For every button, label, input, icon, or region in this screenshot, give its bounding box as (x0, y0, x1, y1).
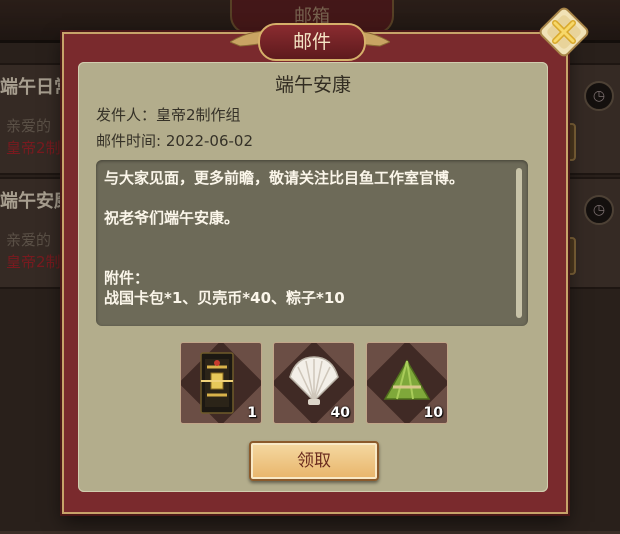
mail-subject: 端午安康 (274, 74, 351, 96)
attachment-slot[interactable]: 10 (366, 342, 448, 424)
attachment-count: 10 (423, 405, 443, 421)
claim-button[interactable]: 领取 (249, 441, 379, 481)
attachment-slot[interactable]: 1 (180, 342, 262, 424)
attachment-count: 40 (330, 405, 350, 421)
mail-sender: 发件人：皇帝2制作组 (96, 106, 241, 124)
mail-body-scrollbar[interactable] (516, 168, 522, 318)
mail-time: 邮件时间: 2022-06-02 (96, 132, 253, 150)
attachment-slot[interactable]: 40 (273, 342, 355, 424)
mail-body[interactable]: 与大家见面，更多前瞻，敬请关注比目鱼工作室官博。 祝老爷们端午安康。 附件： 战… (96, 160, 528, 326)
mail-content-panel: 端午安康 发件人：皇帝2制作组 邮件时间: 2022-06-02 与大家见面，更… (78, 62, 548, 492)
attachment-count: 1 (247, 405, 257, 421)
dialog-title: 邮件 (258, 23, 366, 61)
close-icon[interactable] (536, 4, 592, 60)
mail-body-text: 与大家见面，更多前瞻，敬请关注比目鱼工作室官博。 祝老爷们端午安康。 附件： 战… (104, 169, 465, 307)
